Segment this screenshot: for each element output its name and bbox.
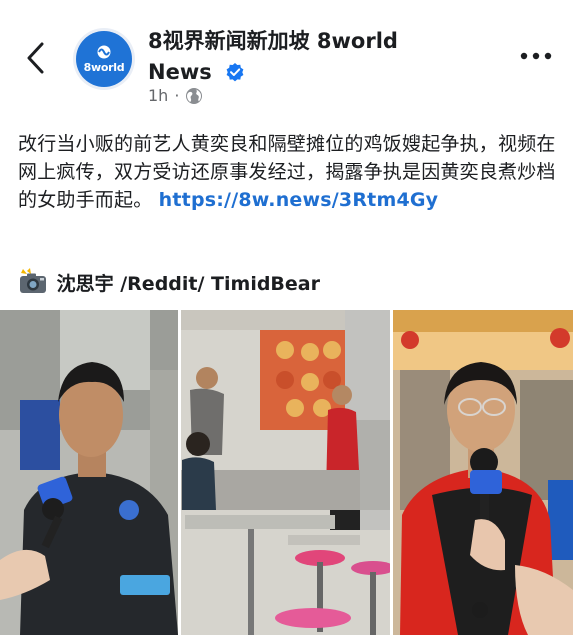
8world-logo: 8world	[76, 31, 132, 87]
avatar-text: 8world	[83, 60, 125, 74]
post-header: 8world 8视界新闻新加坡 8world News 1h ·	[0, 0, 573, 120]
post-time[interactable]: 1h	[148, 86, 168, 105]
camera-flash-icon	[20, 268, 46, 293]
photo-credit: 沈思宇 /Reddit/ TimidBear	[18, 268, 558, 299]
post-meta: 1h ·	[148, 86, 203, 105]
right-photo-panel	[392, 310, 573, 635]
page-name-line2: News	[148, 60, 212, 84]
globe-icon	[186, 87, 203, 104]
page-avatar[interactable]: 8world	[73, 28, 135, 90]
credit-text: 沈思宇 /Reddit/ TimidBear	[56, 273, 320, 295]
middle-photo-panel	[180, 310, 395, 635]
chevron-left-icon	[27, 42, 44, 74]
page-name[interactable]: 8视界新闻新加坡 8world News	[148, 26, 448, 88]
8world-logo-mark-icon	[97, 45, 111, 58]
verified-badge-icon	[226, 63, 244, 82]
post-link[interactable]: https://8w.news/3Rtm4Gy	[159, 189, 439, 211]
post-photo-collage[interactable]	[0, 310, 573, 635]
meta-separator: ·	[174, 86, 180, 105]
back-button[interactable]	[18, 38, 54, 78]
post-body: 改行当小贩的前艺人黄奕良和隔壁摊位的鸡饭嫂起争执，视频在网上疯传，双方受访还原事…	[18, 130, 558, 214]
left-photo-panel	[0, 310, 180, 635]
more-horizontal-icon	[520, 52, 552, 60]
more-options-button[interactable]	[516, 44, 556, 68]
page-name-line1: 8视界新闻新加坡 8world	[148, 29, 398, 53]
